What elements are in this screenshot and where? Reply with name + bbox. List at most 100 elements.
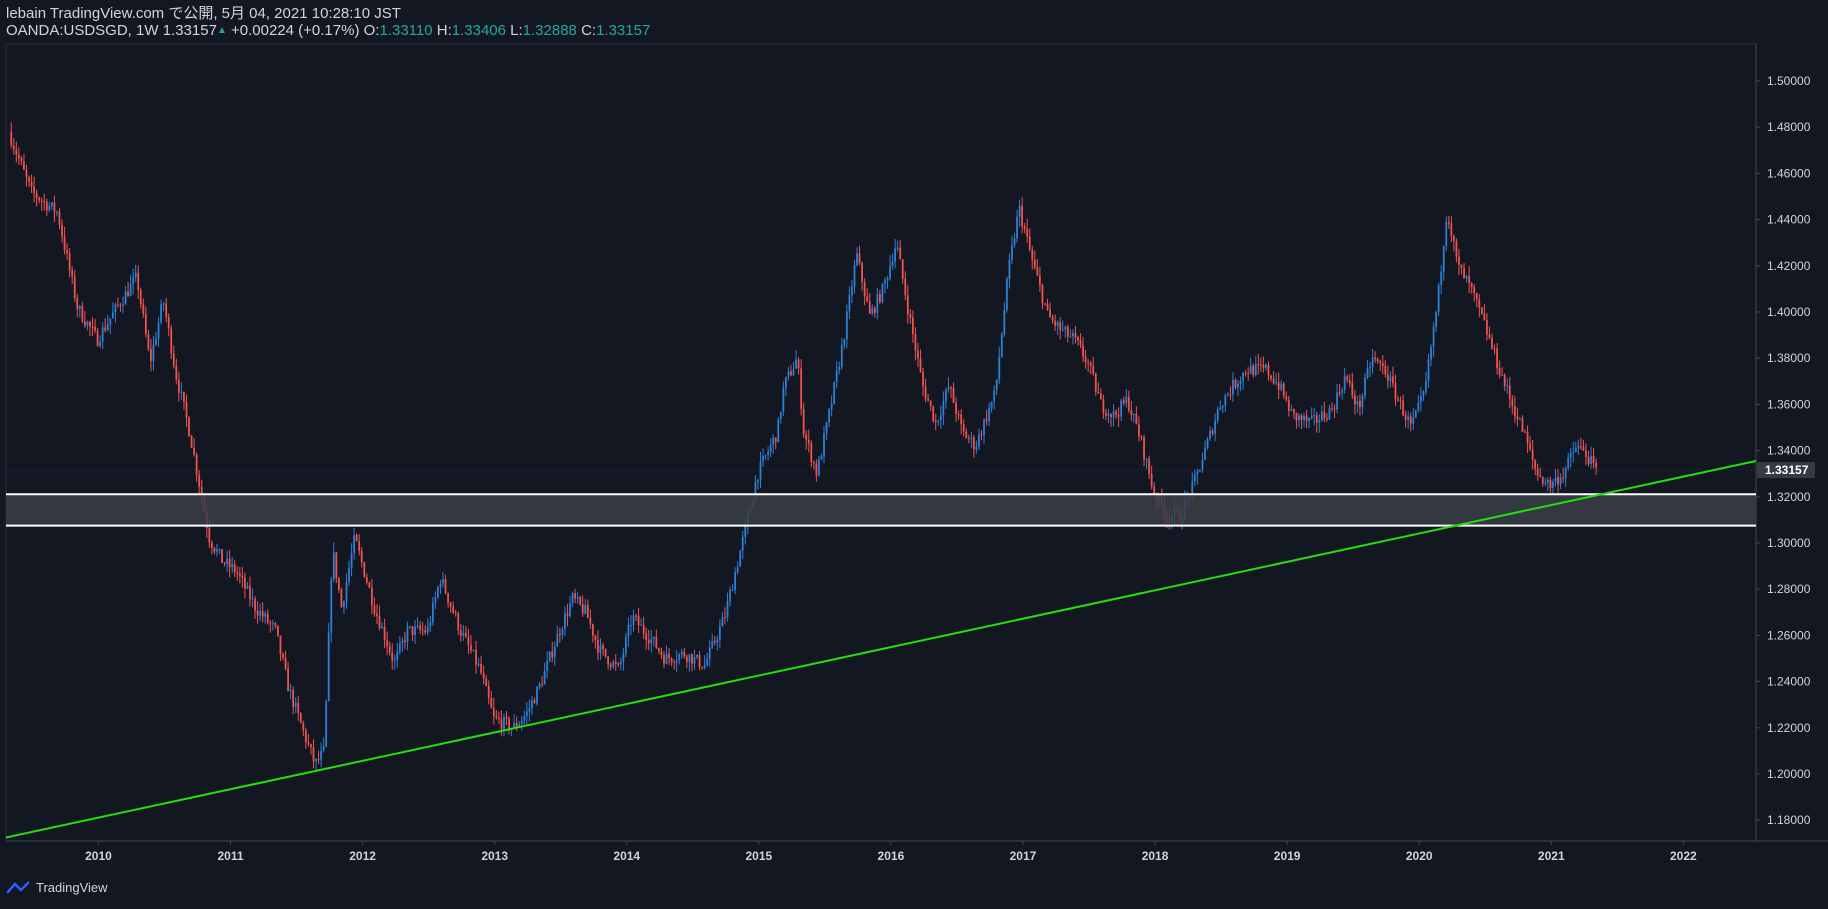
candle-body — [221, 549, 223, 563]
candle-body — [1557, 477, 1559, 485]
candle-body — [1102, 399, 1105, 413]
candle-body — [868, 301, 871, 314]
price-tick-label: 1.48000 — [1767, 120, 1811, 134]
candle-body — [955, 402, 957, 415]
candle-body — [1549, 479, 1552, 488]
candle-body — [759, 461, 762, 480]
candle-body — [833, 381, 836, 404]
candle-body — [226, 558, 229, 565]
candle-body — [261, 611, 264, 617]
candle-body — [1419, 396, 1422, 403]
candle-body — [1496, 348, 1498, 369]
candle-body — [312, 747, 315, 762]
candle-body — [1077, 337, 1079, 341]
candle-body — [233, 563, 236, 573]
candle-body — [155, 338, 157, 345]
candle-body — [1036, 267, 1039, 276]
candle-body — [129, 284, 132, 296]
candle-body — [757, 479, 759, 483]
candle-body — [1280, 383, 1283, 390]
candle-body — [594, 635, 597, 640]
candle-body — [61, 224, 63, 237]
candle-body — [528, 708, 531, 712]
candle-body — [477, 663, 480, 665]
candle-body — [66, 249, 69, 254]
candle-body — [652, 636, 655, 639]
candle-body — [1000, 334, 1003, 357]
candle-body — [406, 626, 409, 642]
candle-body — [1125, 396, 1128, 404]
candle-body — [144, 314, 147, 335]
candle-body — [1038, 275, 1041, 286]
candle-body — [627, 625, 630, 637]
candle-body — [843, 339, 846, 345]
candle-body — [345, 581, 348, 602]
candle-body — [1026, 228, 1029, 237]
candle-body — [1061, 329, 1064, 331]
candle-body — [579, 596, 582, 605]
time-axis[interactable]: 2010 2011 2012 2013 2014 2015 2016 2017 2018 2019… — [85, 841, 1697, 863]
candle-body — [1511, 398, 1514, 406]
footer-brand[interactable]: TradingView — [6, 880, 108, 895]
candle-body — [475, 649, 477, 665]
candle-body — [421, 629, 424, 631]
candle-body — [497, 717, 500, 720]
candle-body — [1559, 477, 1562, 485]
candle-body — [848, 295, 851, 312]
candle-body — [668, 653, 670, 659]
candle-body — [972, 437, 975, 450]
price-chart[interactable]: 1.18000 1.20000 1.22000 1.24000 1.26000 1.280… — [0, 0, 1828, 909]
candle-body — [1572, 452, 1575, 454]
candle-body — [426, 626, 429, 633]
drawing-overlays[interactable] — [5, 460, 1757, 839]
candle-body — [967, 438, 970, 440]
candle-body — [56, 211, 58, 213]
candle-body — [947, 387, 950, 390]
candle-body — [983, 419, 985, 436]
candle-body — [208, 527, 211, 543]
candle-body — [660, 651, 663, 656]
price-tick-label: 1.42000 — [1767, 259, 1811, 273]
candle-body — [447, 593, 449, 603]
candle-body — [1521, 418, 1524, 432]
candle-body — [861, 262, 864, 282]
candle-body — [1447, 222, 1450, 224]
candle-body — [1392, 376, 1394, 384]
candle-body — [830, 403, 833, 410]
candle-body — [1529, 443, 1532, 450]
candle-body — [277, 625, 279, 636]
support-zone[interactable] — [6, 494, 1756, 526]
candle-body — [896, 247, 899, 249]
candle-body — [294, 703, 297, 707]
candle-body — [655, 636, 658, 649]
candle-body — [1425, 380, 1427, 392]
candle-body — [480, 663, 483, 673]
candle-body — [929, 400, 932, 407]
candle-body — [63, 236, 66, 250]
price-axis[interactable]: 1.18000 1.20000 1.22000 1.24000 1.26000 1.280… — [1756, 74, 1811, 827]
candle-body — [1087, 362, 1090, 364]
candle-body — [564, 613, 566, 630]
candle-body — [1546, 479, 1549, 483]
candle-body — [1064, 326, 1067, 330]
candle-body — [1247, 373, 1250, 375]
candle-body — [45, 201, 48, 211]
candle-body — [724, 617, 726, 619]
candle-body — [1579, 445, 1582, 447]
candle-body — [147, 334, 150, 350]
candle-body — [866, 296, 869, 302]
candle-body — [772, 437, 775, 445]
candle-body — [38, 197, 41, 201]
candle-body — [1262, 365, 1265, 368]
candle-body — [1503, 375, 1506, 387]
candle-body — [1305, 415, 1308, 421]
candle-body — [1569, 453, 1572, 458]
candle-body — [1480, 307, 1483, 314]
candle-body — [980, 434, 983, 436]
candle-body — [383, 626, 386, 641]
candle-body — [1574, 448, 1577, 453]
candle-body — [355, 535, 358, 541]
candle-body — [711, 640, 714, 648]
candle-body — [597, 639, 599, 653]
candle-body — [193, 447, 196, 455]
